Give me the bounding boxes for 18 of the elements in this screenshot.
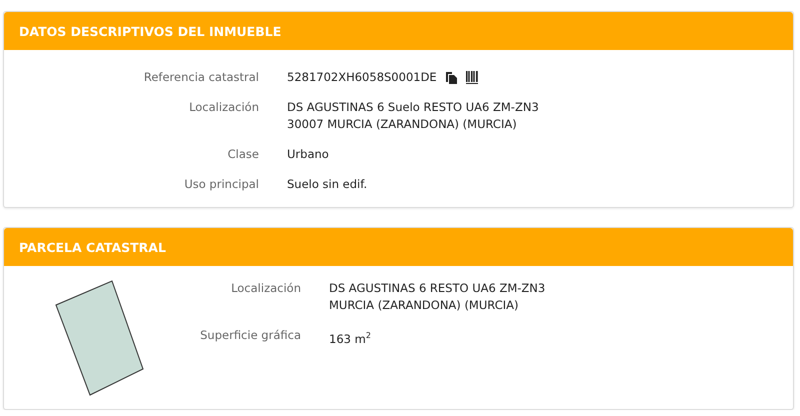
field-value: Suelo sin edif. xyxy=(287,176,368,193)
field-value: 30007 MURCIA (ZARANDONA) (MURCIA) xyxy=(287,116,518,133)
field-label: Referencia catastral xyxy=(142,69,259,86)
field-label: Clase xyxy=(226,146,259,163)
section-title: PARCELA CATASTRAL xyxy=(19,240,166,254)
copy-icon[interactable] xyxy=(444,71,458,84)
field-label: Localización xyxy=(188,99,259,116)
field-value: 5281702XH6058S0001DE xyxy=(287,69,437,86)
section-title: DATOS DESCRIPTIVOS DEL INMUEBLE xyxy=(19,24,282,38)
field-label: Localización xyxy=(230,280,301,297)
field-label: Uso principal xyxy=(183,176,259,193)
field-label: Superficie gráfica xyxy=(199,327,301,344)
field-value: 163 m$^{2}$ xyxy=(329,330,372,348)
field-value: Urbano xyxy=(287,146,330,163)
barcode-icon[interactable] xyxy=(466,71,478,84)
field-value: DS AGUSTINAS 6 Suelo RESTO UA6 ZM-ZN3 xyxy=(287,99,539,116)
field-value: MURCIA (ZARANDONA) (MURCIA) xyxy=(329,297,520,314)
field-value: DS AGUSTINAS 6 RESTO UA6 ZM-ZN3 xyxy=(329,280,546,297)
